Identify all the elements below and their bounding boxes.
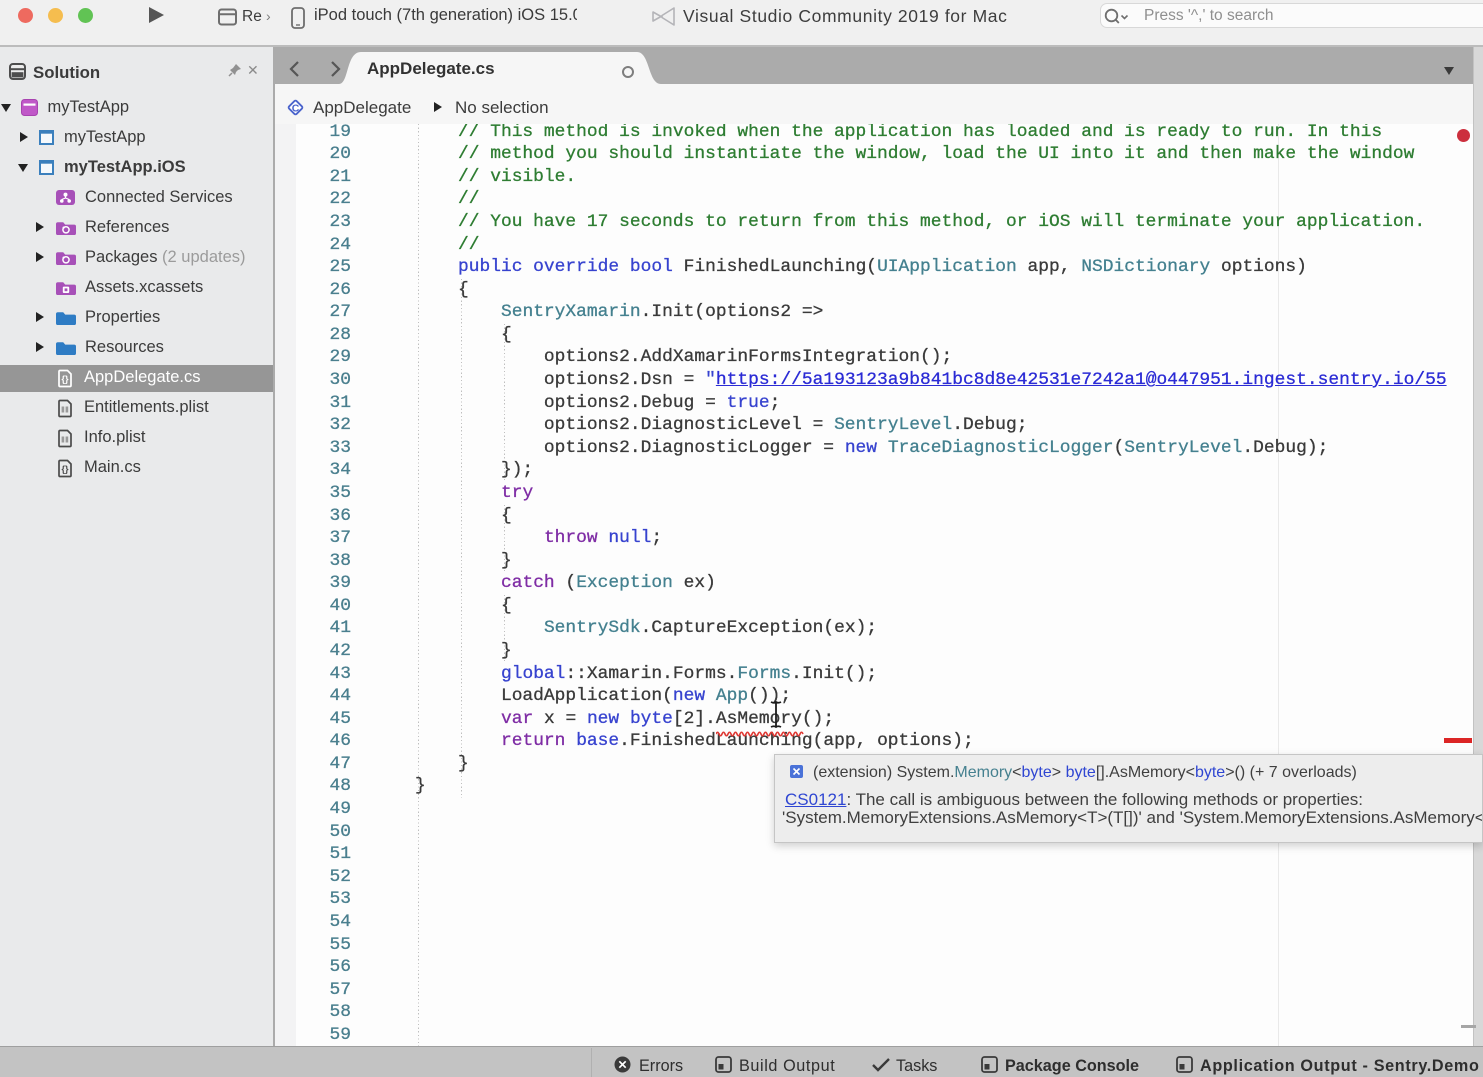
svg-text:{}: {} <box>61 374 69 384</box>
svg-text:C: C <box>292 102 300 114</box>
svg-text:{}: {} <box>61 464 69 474</box>
